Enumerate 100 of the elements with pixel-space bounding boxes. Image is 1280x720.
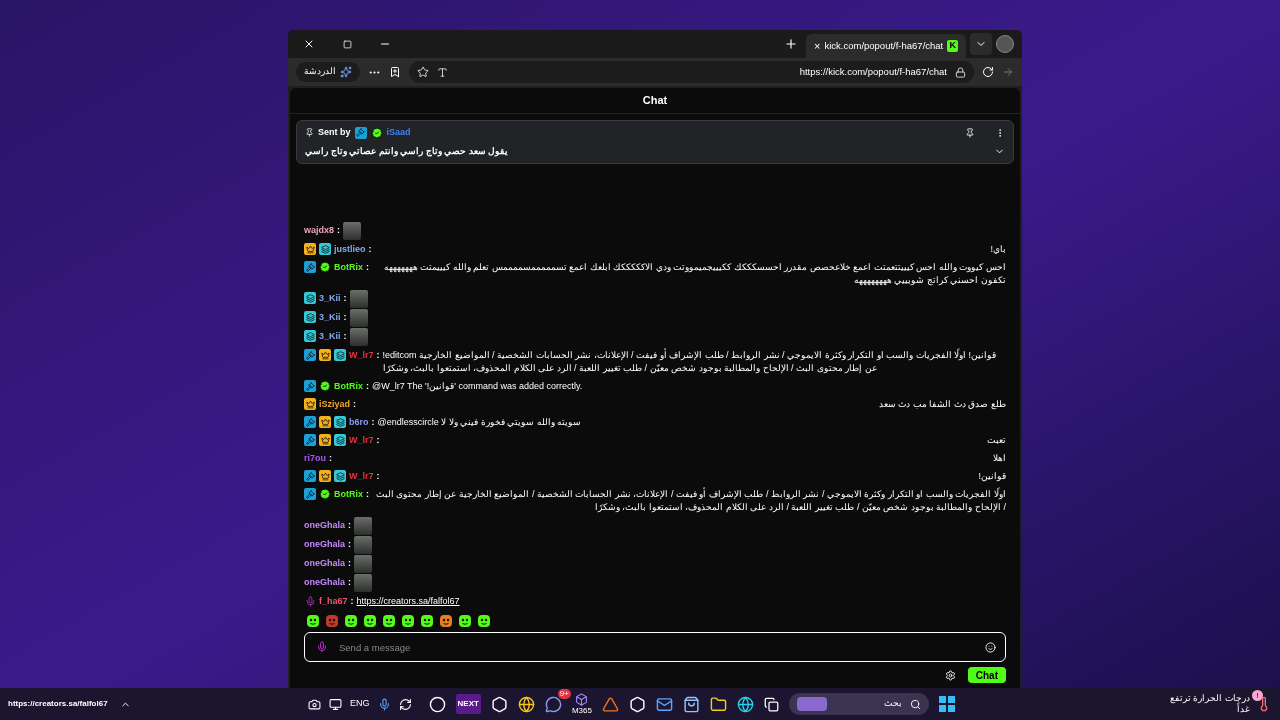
hexagon-app-icon[interactable] — [490, 695, 508, 713]
profile-avatar[interactable] — [996, 35, 1014, 53]
username[interactable]: W_lr7 — [349, 348, 374, 362]
emoji-icon[interactable] — [985, 642, 996, 653]
chat-title: Chat — [642, 93, 668, 109]
url-text: https://kick.com/popout/f-ha67/chat — [799, 64, 947, 79]
username[interactable]: oneGhala — [304, 575, 345, 589]
separator: : — [366, 487, 369, 501]
emote-icon[interactable] — [458, 614, 472, 628]
address-bar[interactable]: https://kick.com/popout/f-ha67/chat — [409, 61, 974, 83]
new-tab-icon[interactable] — [784, 37, 798, 51]
windows-start-icon[interactable] — [938, 696, 955, 712]
message-link[interactable]: https://creators.sa/falfol67 — [356, 594, 460, 608]
hexagon-app-icon[interactable] — [628, 695, 646, 713]
crown-badge-icon — [319, 349, 331, 361]
message-text: طلع صدق دث الشفا مب دث سعد — [878, 397, 1006, 411]
close-icon[interactable] — [303, 38, 315, 50]
emote-icon[interactable] — [420, 614, 434, 628]
favorite-star-icon[interactable] — [417, 66, 429, 78]
maximize-icon[interactable] — [342, 39, 352, 49]
username[interactable]: BotRix — [334, 260, 363, 274]
username[interactable]: oneGhala — [304, 537, 345, 551]
shopping-bag-app-icon[interactable] — [682, 695, 700, 713]
username[interactable]: 3_Kii — [319, 291, 341, 305]
username[interactable]: justlieo — [334, 242, 366, 256]
subscriber-badge-icon — [334, 416, 346, 428]
pin-icon — [305, 128, 314, 138]
emote-image — [349, 308, 368, 327]
username[interactable]: BotRix — [334, 379, 363, 393]
subscriber-badge-icon — [334, 470, 346, 482]
separator: : — [337, 223, 340, 237]
username[interactable]: oneGhala — [304, 556, 345, 570]
overlay-link-text: https://creators.sa/falfol67 — [8, 698, 108, 710]
next-app-icon[interactable]: NEXT — [455, 694, 481, 714]
ring-app-icon[interactable] — [428, 695, 446, 713]
tab-list-button[interactable] — [970, 33, 992, 55]
chat-send-button[interactable]: Chat — [967, 667, 1006, 683]
verified-badge-icon — [319, 380, 331, 392]
microphone-icon[interactable] — [316, 641, 328, 653]
username[interactable]: b6ro — [349, 415, 369, 429]
pinned-username[interactable]: iSaad — [386, 126, 411, 140]
browser-tab[interactable]: × kick.com/popout/f-ha67/chat K — [806, 34, 966, 58]
emote-icon[interactable] — [401, 614, 415, 628]
folder-app-icon[interactable] — [709, 695, 727, 713]
cube-app-icon[interactable] — [575, 693, 589, 706]
lock-icon[interactable] — [955, 66, 966, 78]
message-text: باي! — [989, 242, 1006, 256]
separator: : — [348, 556, 351, 570]
globe-app-icon[interactable] — [517, 695, 535, 713]
refresh-icon[interactable] — [982, 66, 994, 78]
crown-badge-icon — [304, 243, 316, 255]
search-highlight-image — [796, 697, 827, 711]
username[interactable]: W_lr7 — [349, 469, 374, 483]
emote-icon[interactable] — [363, 614, 377, 628]
emote-image — [349, 327, 368, 346]
emote-icon[interactable] — [477, 614, 491, 628]
subscriber-badge-icon — [304, 330, 316, 342]
mail-app-icon[interactable] — [655, 695, 673, 713]
triangle-app-icon[interactable] — [601, 695, 619, 713]
emote-icon[interactable] — [382, 614, 396, 628]
read-aloud-icon[interactable] — [437, 66, 448, 78]
globe-app-icon[interactable] — [736, 695, 754, 713]
task-view-icon[interactable] — [763, 696, 779, 712]
subscriber-badge-icon — [319, 243, 331, 255]
copilot-button[interactable]: الدردشة — [296, 62, 360, 82]
separator: : — [366, 260, 369, 274]
sync-icon[interactable] — [398, 697, 412, 711]
verified-badge-icon — [370, 126, 383, 139]
settings-icon[interactable] — [944, 669, 956, 681]
username[interactable]: ri7ou — [304, 451, 326, 465]
microphone-icon[interactable] — [377, 697, 391, 711]
search-placeholder: بحث — [883, 697, 902, 711]
site-logo: K — [947, 40, 958, 52]
bookmark-icon[interactable] — [389, 66, 401, 78]
message-input[interactable]: Send a message — [304, 632, 1006, 662]
username[interactable]: W_lr7 — [349, 433, 374, 447]
camera-icon[interactable] — [308, 697, 321, 711]
separator: : — [376, 433, 380, 447]
username[interactable]: BotRix — [334, 487, 363, 501]
hammer-badge-icon — [304, 434, 316, 446]
emote-icon[interactable] — [439, 614, 453, 628]
username[interactable]: wajdx8 — [304, 223, 334, 237]
subscriber-badge-icon — [304, 311, 316, 323]
hammer-badge-icon — [304, 380, 316, 392]
subscriber-badge-icon — [304, 292, 316, 304]
emote-icon[interactable] — [306, 614, 320, 628]
separator: : — [329, 451, 332, 465]
display-icon[interactable] — [329, 697, 342, 711]
username[interactable]: iSziyad — [319, 397, 350, 411]
separator: : — [343, 329, 347, 343]
search-field[interactable]: بحث — [788, 693, 929, 715]
chat-app-icon[interactable] — [544, 695, 562, 713]
username[interactable]: f_ha67 — [319, 594, 348, 608]
username[interactable]: oneGhala — [304, 518, 345, 532]
username[interactable]: 3_Kii — [319, 310, 341, 324]
emote-icon[interactable] — [344, 614, 358, 628]
language-indicator[interactable]: ENG — [350, 697, 370, 711]
username[interactable]: 3_Kii — [319, 329, 341, 343]
pin-icon[interactable] — [965, 127, 975, 138]
tab-close-button[interactable]: × — [814, 37, 821, 55]
